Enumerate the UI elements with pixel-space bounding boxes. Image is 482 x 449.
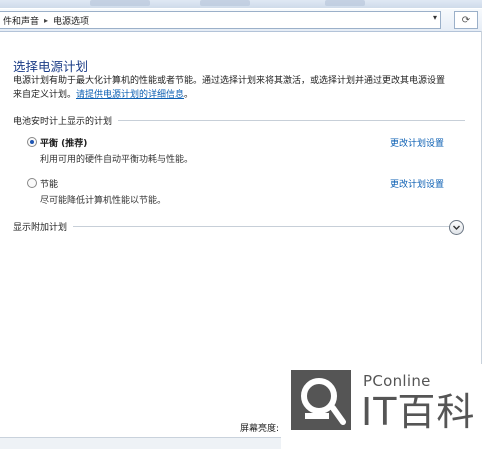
refresh-icon: ⟳ <box>461 14 471 26</box>
breadcrumb-separator-icon[interactable]: ▸ <box>42 16 50 25</box>
page-title: 选择电源计划 <box>13 59 89 74</box>
title-strip <box>0 0 482 8</box>
description-line-2: 来自定义计划。请提供电源计划的详细信息。 <box>13 88 468 102</box>
breadcrumb-item-sound[interactable]: 件和声音 <box>0 14 42 27</box>
watermark-brand-big: IT百科 <box>361 390 476 434</box>
radio-balanced[interactable] <box>27 137 37 147</box>
show-additional-plans[interactable]: 显示附加计划 <box>13 220 453 233</box>
screen-brightness-label: 屏幕亮度: <box>240 424 280 434</box>
plan-details-link[interactable]: 请提供电源计划的详细信息 <box>76 90 184 100</box>
battery-plans-header: 电池安时计上显示的计划 <box>13 114 465 127</box>
plan-name[interactable]: 节能 <box>40 177 58 190</box>
breadcrumb-item-power-options[interactable]: 电源选项 <box>50 14 92 27</box>
section-divider <box>73 226 453 227</box>
plan-name[interactable]: 平衡 (推荐) <box>40 136 87 149</box>
watermark: PConline IT百科 <box>281 364 482 449</box>
section-header-label: 电池安时计上显示的计划 <box>13 117 113 127</box>
chevron-down-icon[interactable]: ▾ <box>433 13 437 22</box>
watermark-brand-small: PConline <box>363 372 431 390</box>
plan-description: 利用可用的硬件自动平衡功耗与性能。 <box>40 155 194 165</box>
change-plan-settings-balanced[interactable]: 更改计划设置 <box>390 136 444 149</box>
expand-chevron-icon[interactable] <box>449 220 464 235</box>
pconline-logo-icon <box>291 370 351 430</box>
section-divider <box>118 120 465 121</box>
refresh-button[interactable]: ⟳ <box>454 11 478 29</box>
page-description: 电源计划有助于最大化计算机的性能或者节能。通过选择计划来将其激活，或选择计划并通… <box>13 74 468 102</box>
radio-power-saver[interactable] <box>27 178 37 188</box>
plan-description: 尽可能降低计算机性能以节能。 <box>40 196 167 206</box>
address-bar: 件和声音 ▸ 电源选项 ▾ ⟳ <box>0 9 482 32</box>
description-suffix: 。 <box>184 90 194 100</box>
show-additional-plans-label[interactable]: 显示附加计划 <box>13 220 67 233</box>
breadcrumb[interactable]: 件和声音 ▸ 电源选项 ▾ <box>0 11 441 29</box>
description-prefix: 来自定义计划。 <box>13 90 77 100</box>
change-plan-settings-power-saver[interactable]: 更改计划设置 <box>390 177 444 190</box>
description-line-1: 电源计划有助于最大化计算机的性能或者节能。通过选择计划来将其激活，或选择计划并通… <box>13 76 446 86</box>
